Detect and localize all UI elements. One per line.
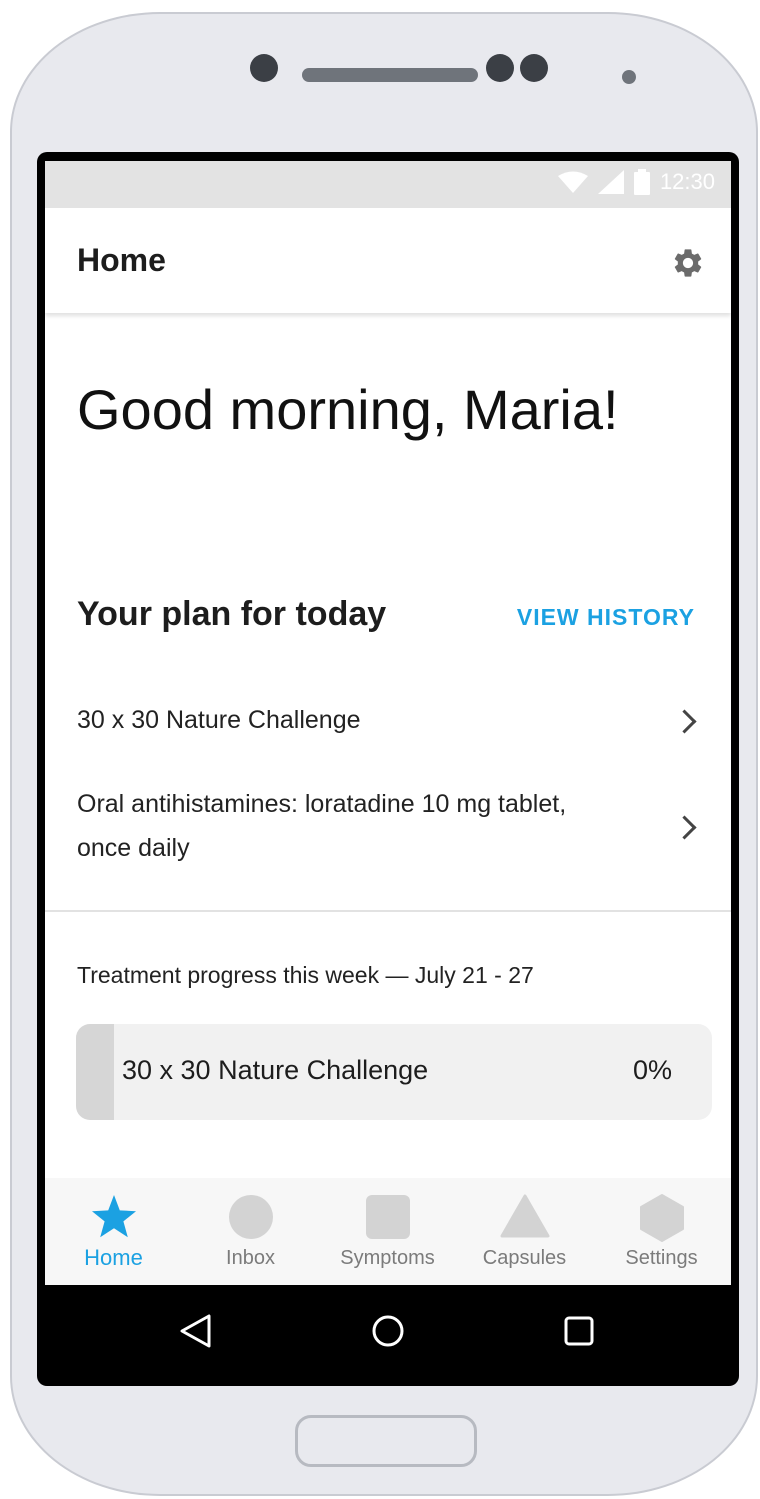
plan-item[interactable]: 30 x 30 Nature Challenge [77,698,697,742]
nav-item-symptoms[interactable]: Symptoms [319,1178,456,1285]
back-icon[interactable] [178,1313,214,1349]
app-content: Home Good morning, Maria! Your plan for … [45,208,731,1285]
bottom-navigation: Home Inbox Symptoms Capsules Settings [45,1178,731,1285]
sensor-dot [520,54,548,82]
nav-item-home[interactable]: Home [45,1178,182,1285]
system-navigation-bar [45,1285,731,1381]
page-title: Home [77,242,166,278]
battery-icon [633,169,650,195]
hexagon-icon [639,1194,684,1242]
view-history-link[interactable]: VIEW HISTORY [517,604,695,631]
home-circle-icon[interactable] [370,1313,406,1349]
progress-percent: 0% [632,1055,672,1085]
greeting-heading: Good morning, Maria! [77,378,619,441]
progress-bar-card[interactable]: 30 x 30 Nature Challenge 0% [76,1024,712,1120]
triangle-icon [500,1194,549,1238]
sensor-dot [486,54,514,82]
nav-label: Symptoms [340,1247,435,1269]
nav-item-capsules[interactable]: Capsules [456,1178,593,1285]
recents-icon[interactable] [561,1313,597,1349]
plan-section-title: Your plan for today [77,595,387,633]
circle-icon [228,1195,273,1239]
nav-label: Home [84,1245,143,1270]
nav-item-inbox[interactable]: Inbox [182,1178,319,1285]
nav-label: Settings [625,1247,698,1269]
plan-item-label: 30 x 30 Nature Challenge [77,706,361,734]
hardware-home-button[interactable] [295,1415,477,1467]
proximity-sensor [622,70,636,84]
progress-item-label: 30 x 30 Nature Challenge [122,1055,429,1085]
nav-label: Capsules [482,1247,567,1269]
gear-icon[interactable] [671,246,705,280]
section-divider [45,910,731,912]
nav-label: Inbox [226,1247,275,1269]
progress-section-title: Treatment progress this week — July 21 -… [77,962,534,988]
status-time: 12:30 [659,169,715,194]
app-bar: Home [45,208,731,313]
nav-item-settings[interactable]: Settings [593,1178,730,1285]
plan-item-label: Oral antihistamines: loratadine 10 mg ta… [77,790,567,862]
wifi-icon [557,171,588,193]
chevron-right-icon [672,815,697,840]
star-icon [91,1195,136,1238]
status-bar: 12:30 [45,161,731,208]
square-icon [365,1195,410,1239]
cell-signal-icon [597,170,624,194]
chevron-right-icon [672,709,697,734]
plan-item[interactable]: Oral antihistamines: loratadine 10 mg ta… [77,782,697,870]
progress-bar-fill [76,1024,114,1120]
earpiece-speaker [302,68,478,82]
front-camera [250,54,278,82]
